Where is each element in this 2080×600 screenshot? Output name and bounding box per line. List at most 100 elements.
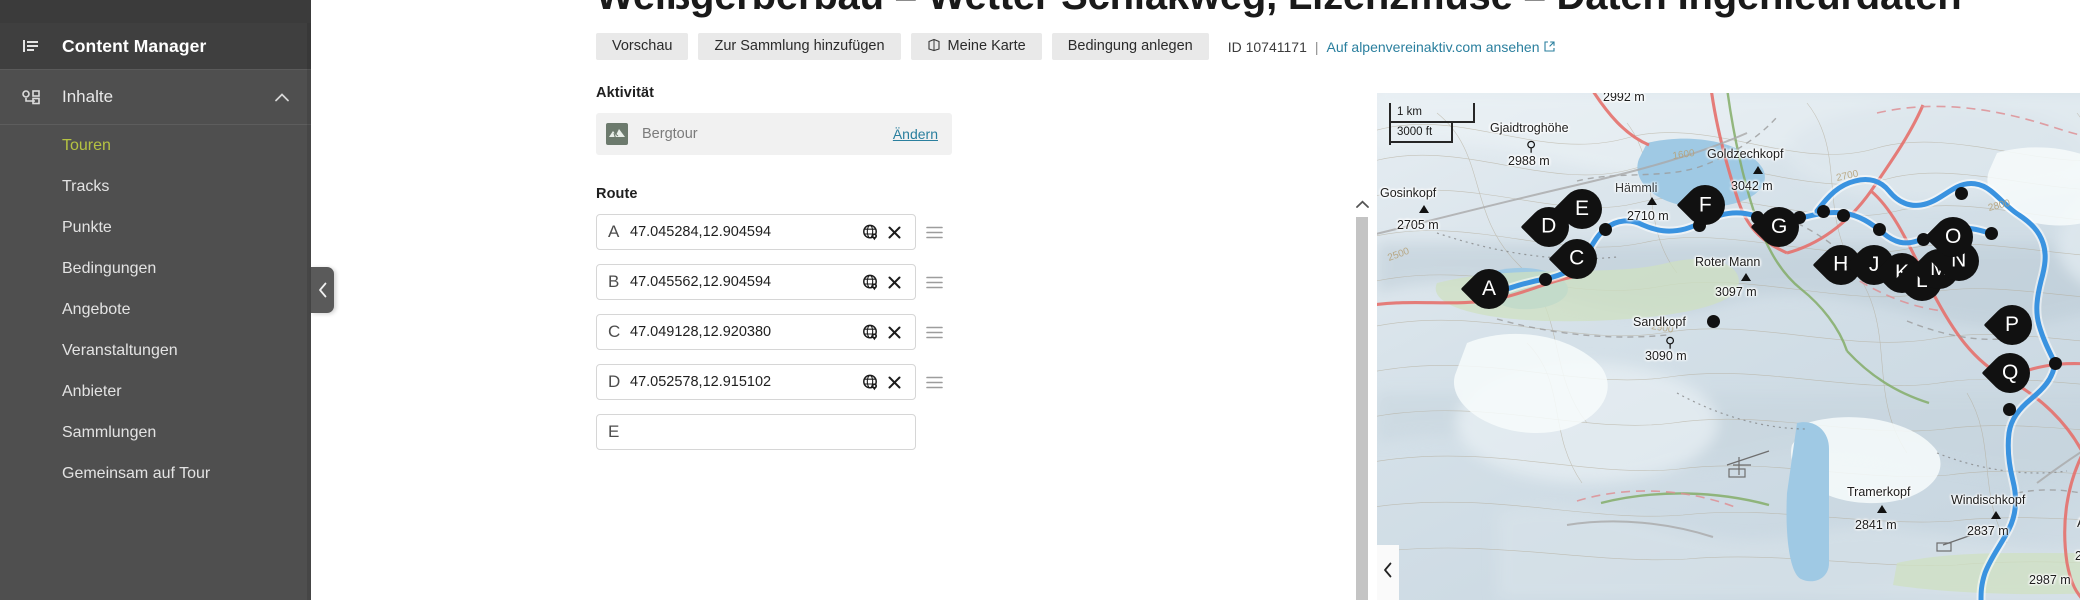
- peak-triangle-icon: [1419, 205, 1429, 213]
- track-vertex-dot[interactable]: [1707, 315, 1720, 328]
- map-elevation-label: 2710 m: [1627, 209, 1669, 223]
- drag-handle-icon[interactable]: [916, 376, 952, 389]
- route-row: B 47.045562,12.904594: [596, 264, 952, 300]
- map-elevation-label: 2705 m: [1397, 218, 1439, 232]
- sidebar-item-angebote[interactable]: Angebote: [0, 289, 311, 330]
- route-letter: E: [608, 422, 620, 441]
- sidebar-section-label: Inhalte: [62, 87, 114, 106]
- alpenvereinaktiv-link[interactable]: Auf alpenvereinaktiv.com ansehen: [1327, 39, 1540, 55]
- route-input-c[interactable]: C 47.049128,12.920380: [596, 314, 916, 350]
- close-icon[interactable]: [881, 326, 907, 339]
- sidebar-item-veranstaltungen[interactable]: Veranstaltungen: [0, 330, 311, 371]
- activity-change-link[interactable]: Ändern: [893, 126, 938, 142]
- globe-pin-icon[interactable]: [859, 224, 881, 241]
- track-vertex-dot[interactable]: [1817, 205, 1830, 218]
- sidebar-item-label: Tracks: [62, 177, 110, 195]
- sidebar-collapse-handle[interactable]: [311, 267, 334, 313]
- sidebar-item-label: Touren: [62, 136, 111, 154]
- map-peak-label-tramerkopf: Tramerkopf: [1847, 485, 1911, 499]
- map-elevation-label: 2942 m: [2075, 549, 2080, 563]
- globe-pin-icon[interactable]: [859, 324, 881, 341]
- sidebar-brand-label: Content Manager: [62, 35, 207, 56]
- map-peak-label-gjaidtroghoehe: Gjaidtroghöhe: [1490, 121, 1569, 135]
- track-vertex-dot[interactable]: [1539, 273, 1552, 286]
- route-row: D 47.052578,12.915102: [596, 364, 952, 400]
- church-peak-icon: ⚲: [1526, 138, 1537, 154]
- map-peak-label-roter-mann: Roter Mann: [1695, 255, 1761, 269]
- route-input-e[interactable]: E: [596, 414, 916, 450]
- sidebar-item-tracks[interactable]: Tracks: [0, 166, 311, 207]
- track-vertex-dot[interactable]: [1837, 209, 1850, 222]
- sidebar-item-bedingungen[interactable]: Bedingungen: [0, 248, 311, 289]
- scrollbar-thumb[interactable]: [1356, 217, 1368, 600]
- sidebar-item-anbieter[interactable]: Anbieter: [0, 371, 311, 412]
- sidebar-item-label: Bedingungen: [62, 259, 157, 277]
- bedingung-anlegen-button[interactable]: Bedingung anlegen: [1051, 33, 1209, 60]
- route-input-d[interactable]: D 47.052578,12.915102: [596, 364, 916, 400]
- content-nodes-icon: [0, 89, 62, 105]
- sidebar-item-punkte[interactable]: Punkte: [0, 207, 311, 248]
- scalebar-ft: 3000 ft: [1391, 123, 1453, 143]
- route-letter: D: [608, 372, 621, 391]
- map-waypoint-letter: G: [1770, 215, 1788, 238]
- map-waypoint-letter: P: [2004, 312, 2020, 336]
- track-vertex-dot[interactable]: [2003, 403, 2016, 416]
- track-vertex-dot[interactable]: [2049, 357, 2062, 370]
- map-peak-label-sandkopf: Sandkopf: [1633, 315, 1686, 329]
- route-input-a[interactable]: A 47.045284,12.904594: [596, 214, 916, 250]
- globe-pin-icon[interactable]: [859, 374, 881, 391]
- meine-karte-button[interactable]: Meine Karte: [910, 33, 1042, 60]
- peak-triangle-icon: [1877, 505, 1887, 513]
- sidebar-item-gemeinsam-auf-tour[interactable]: Gemeinsam auf Tour: [0, 453, 311, 494]
- sidebar: Content Manager Inhalte Touren Tracks Pu…: [0, 0, 311, 600]
- map-stack-icon: [927, 38, 941, 56]
- map-peak-label-windischkopf: Windischkopf: [1951, 493, 2026, 507]
- map-waypoint-letter: E: [1574, 196, 1590, 220]
- page-title: Weißgerberbau – Wetter Schlakweg, Lizenz…: [596, 0, 1962, 19]
- menu-collapse-icon[interactable]: [0, 39, 62, 53]
- close-icon[interactable]: [881, 226, 907, 239]
- drag-handle-icon[interactable]: [916, 226, 952, 239]
- route-coordinate[interactable]: 47.049128,12.920380: [630, 324, 859, 340]
- route-coordinate[interactable]: 47.052578,12.915102: [630, 374, 859, 390]
- tour-form-column: Aktivität Bergtour Ändern Route A 47.045…: [596, 85, 952, 600]
- peak-triangle-icon: [1647, 197, 1657, 205]
- vorschau-button[interactable]: Vorschau: [596, 33, 689, 60]
- map-waypoint-letter: A: [1481, 276, 1497, 300]
- map-panel-toggle[interactable]: [1377, 545, 1399, 600]
- close-icon[interactable]: [881, 376, 907, 389]
- main-content: Weißgerberbau – Wetter Schlakweg, Lizenz…: [311, 0, 2080, 600]
- track-vertex-dot[interactable]: [1985, 227, 1998, 240]
- form-scroll-rail[interactable]: [1354, 195, 1370, 600]
- route-letter: A: [608, 222, 620, 241]
- track-vertex-dot[interactable]: [1873, 223, 1886, 236]
- route-coordinate[interactable]: 47.045562,12.904594: [630, 274, 859, 290]
- track-vertex-dot[interactable]: [1955, 187, 1968, 200]
- close-icon[interactable]: [881, 276, 907, 289]
- route-input-b[interactable]: B 47.045562,12.904594: [596, 264, 916, 300]
- map-elevation-label: 2837 m: [1967, 524, 2009, 538]
- activity-row[interactable]: Bergtour Ändern: [596, 113, 952, 155]
- map-waypoint-letter: Q: [2001, 361, 2019, 384]
- tour-id-meta: ID 10741171 | Auf alpenvereinaktiv.com a…: [1228, 39, 1556, 55]
- zur-sammlung-hinzufuegen-button[interactable]: Zur Sammlung hinzufügen: [698, 33, 901, 60]
- scalebar-km: 1 km: [1391, 103, 1475, 123]
- chevron-up-icon[interactable]: [1354, 195, 1370, 213]
- aktivitaet-label: Aktivität: [596, 85, 655, 101]
- map-elevation-label: 3097 m: [1715, 285, 1757, 299]
- external-link-icon[interactable]: [1544, 39, 1556, 55]
- zur-sammlung-button-label: Zur Sammlung hinzufügen: [714, 38, 885, 55]
- track-vertex-dot[interactable]: [1599, 223, 1612, 236]
- sidebar-brand[interactable]: Content Manager: [0, 23, 311, 70]
- sidebar-section-inhalte[interactable]: Inhalte: [0, 70, 311, 125]
- route-map[interactable]: 1600 2600 2700 2800 2200 2500 2900: [1377, 93, 2080, 600]
- map-elevation-label: 2841 m: [1855, 518, 1897, 532]
- sidebar-item-sammlungen[interactable]: Sammlungen: [0, 412, 311, 453]
- drag-handle-icon[interactable]: [916, 326, 952, 339]
- tour-id-text: ID 10741171: [1227, 38, 1307, 55]
- chevron-up-icon[interactable]: [275, 87, 289, 107]
- sidebar-item-touren[interactable]: Touren: [0, 125, 311, 166]
- route-coordinate[interactable]: 47.045284,12.904594: [630, 224, 859, 240]
- drag-handle-icon[interactable]: [916, 276, 952, 289]
- globe-pin-icon[interactable]: [859, 274, 881, 291]
